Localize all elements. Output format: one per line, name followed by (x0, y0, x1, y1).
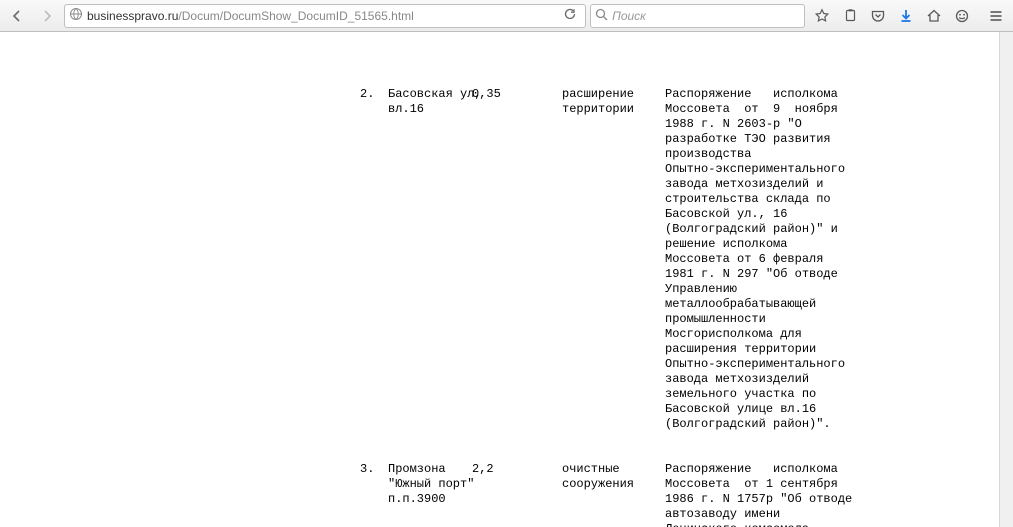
download-icon[interactable] (897, 7, 915, 25)
row-area: 0,35 (472, 87, 501, 102)
row-number: 2. (360, 87, 374, 102)
url-text: businesspravo.ru/Docum/DocumShow_DocumID… (87, 9, 555, 23)
page-viewport: 2. Басовская ул, вл.160,35 расширение терр… (0, 32, 1013, 527)
reload-button[interactable] (559, 7, 581, 24)
row-purpose: расширение территории (562, 87, 634, 117)
vertical-scrollbar[interactable] (999, 32, 1013, 527)
clipboard-icon[interactable] (841, 7, 859, 25)
row-address: Басовская ул, вл.16 (388, 87, 482, 117)
url-bar[interactable]: businesspravo.ru/Docum/DocumShow_DocumID… (64, 4, 586, 28)
bookmark-star-icon[interactable] (813, 7, 831, 25)
search-icon (595, 8, 608, 24)
browser-toolbar: businesspravo.ru/Docum/DocumShow_DocumID… (0, 0, 1013, 32)
row-basis: Распоряжение исполкома Моссовета от 1 се… (665, 462, 852, 527)
pocket-icon[interactable] (869, 7, 887, 25)
row-number: 3. (360, 462, 374, 477)
row-area: 2,2 (472, 462, 494, 477)
menu-icon[interactable] (987, 7, 1005, 25)
forward-button[interactable] (34, 3, 60, 29)
search-bar[interactable] (590, 4, 805, 28)
globe-icon (69, 7, 83, 24)
row-basis: Распоряжение исполкома Моссовета от 9 но… (665, 87, 845, 432)
row-address: Промзона "Южный порт" п.п.3900 (388, 462, 474, 507)
back-button[interactable] (4, 3, 30, 29)
home-icon[interactable] (925, 7, 943, 25)
toolbar-icons (809, 7, 1009, 25)
search-input[interactable] (612, 9, 800, 23)
row-purpose: очистные сооружения (562, 462, 634, 492)
smiley-icon[interactable] (953, 7, 971, 25)
